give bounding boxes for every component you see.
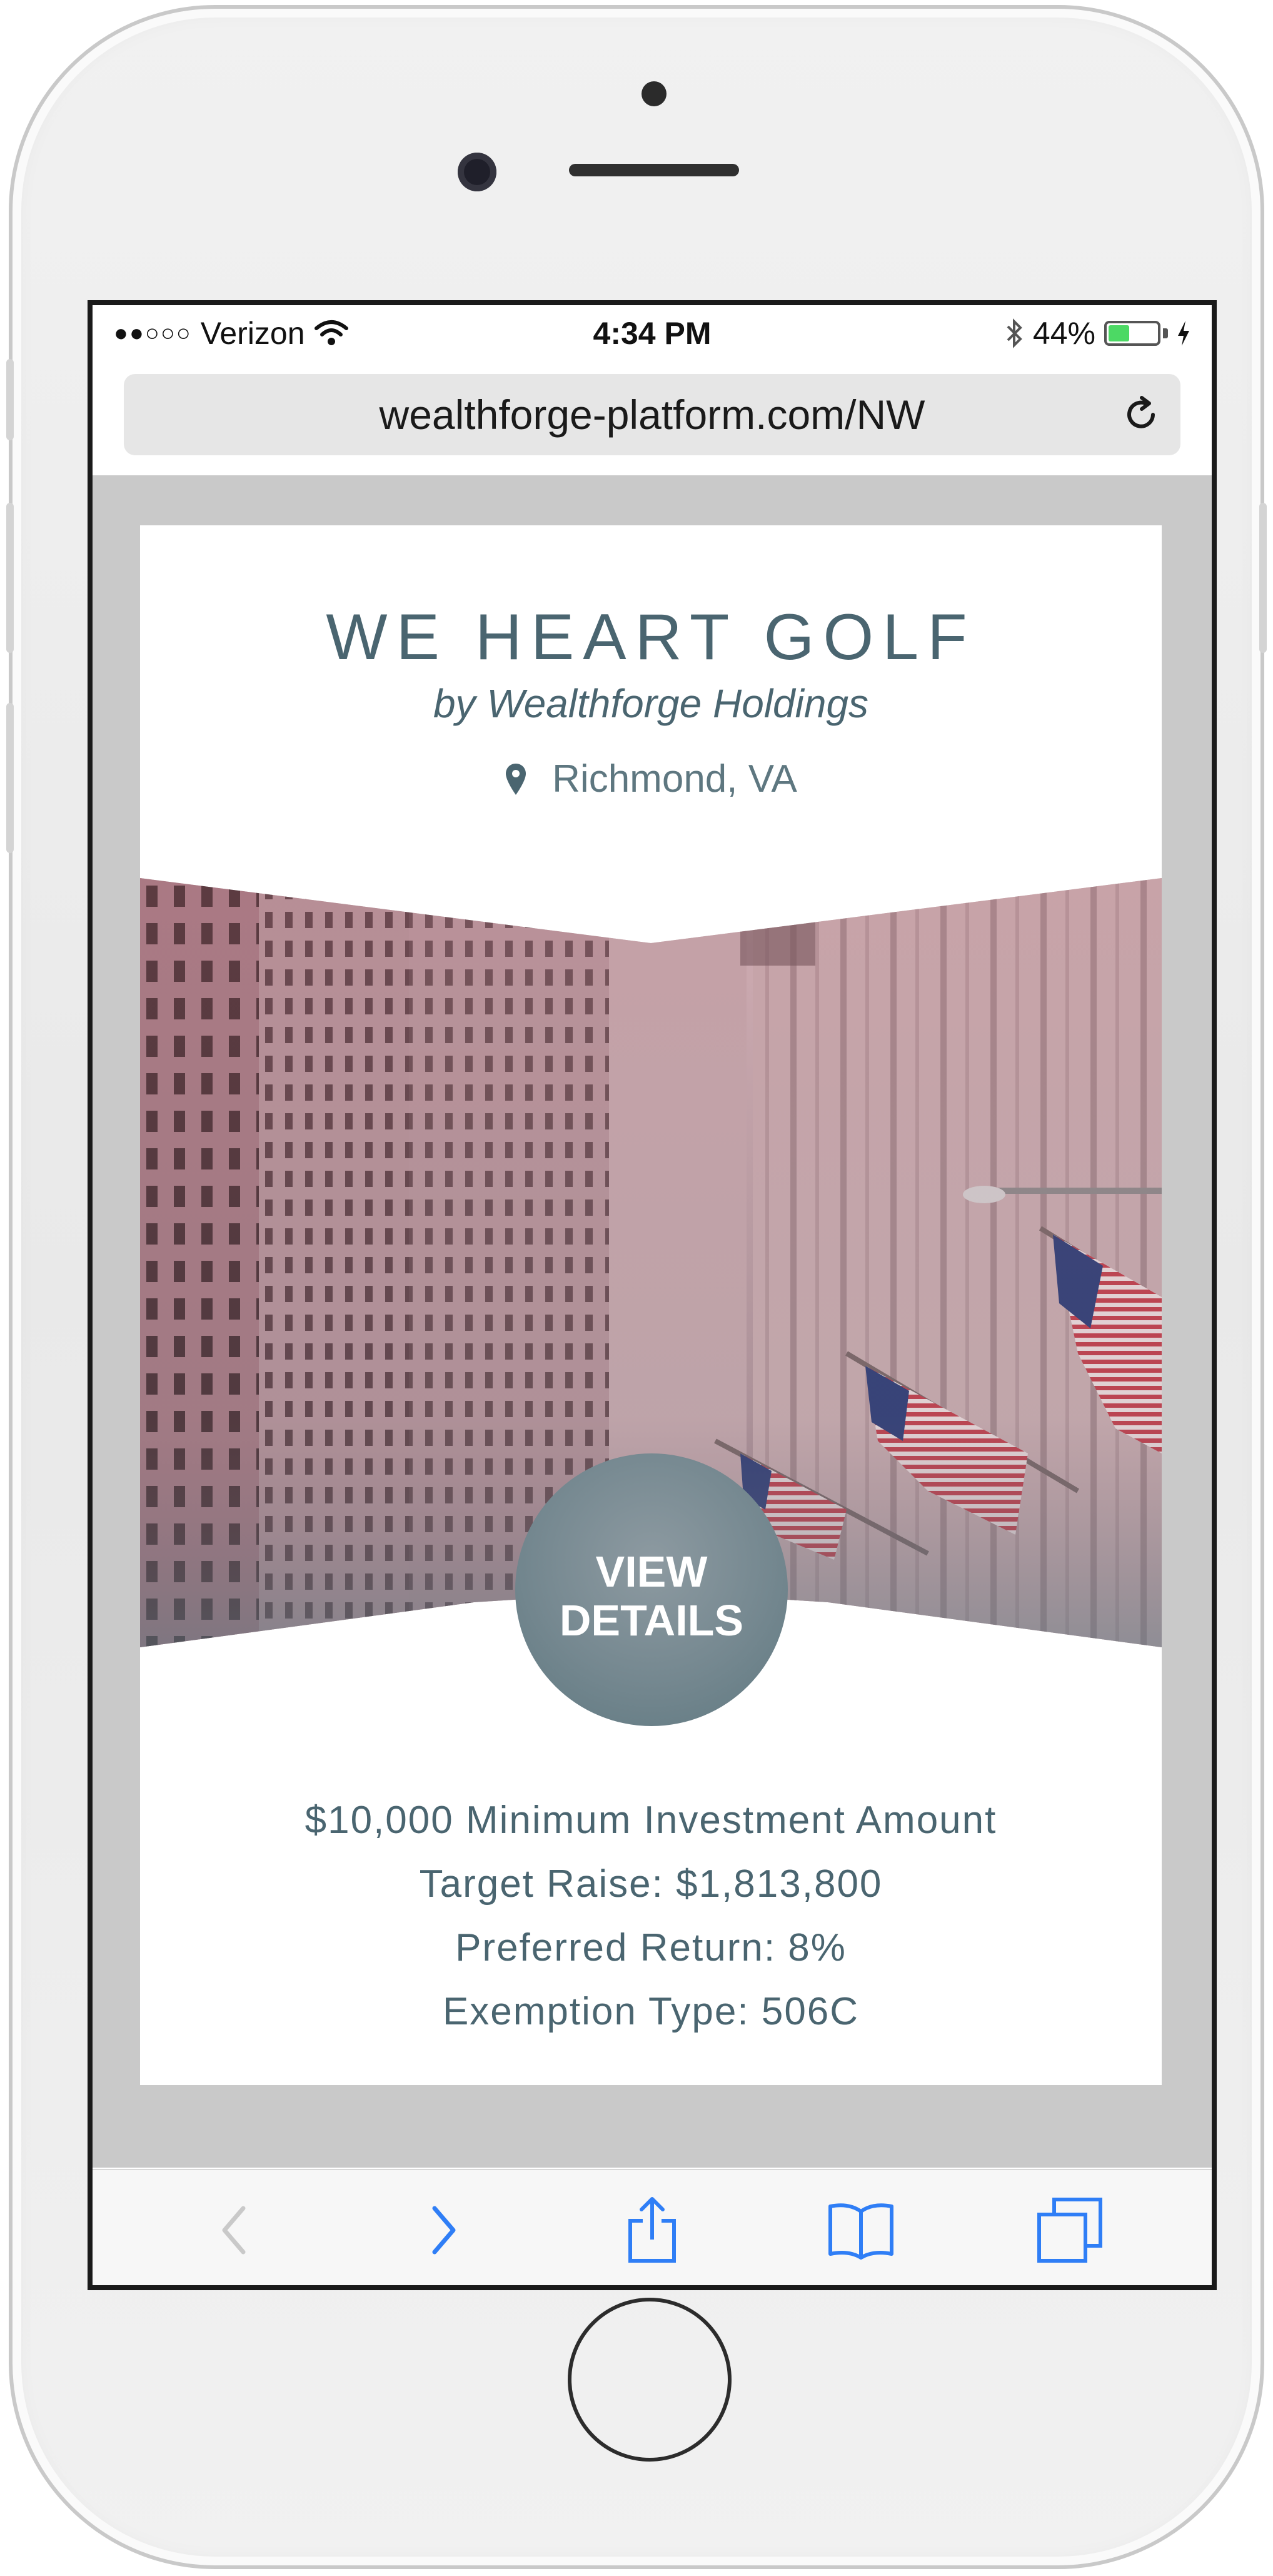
battery-percent: 44% (1032, 316, 1095, 351)
charging-icon (1178, 321, 1189, 346)
offering-title: WE HEART GOLF (326, 601, 976, 674)
offering-card: WE HEART GOLF by Wealthforge Holdings Ri… (140, 525, 1162, 2085)
power-button (1259, 503, 1267, 653)
minimum-investment: $10,000 Minimum Investment Amount (304, 1799, 997, 1842)
address-bar[interactable]: wealthforge-platform.com/NW (124, 374, 1180, 455)
view-details-line1: VIEW (595, 1547, 708, 1596)
carrier-name: Verizon (200, 316, 305, 351)
proximity-sensor (642, 81, 667, 106)
status-bar: ●●○○○ Verizon 4:34 PM 44% (93, 305, 1212, 361)
phone-frame: ●●○○○ Verizon 4:34 PM 44% wealthforge-pl… (6, 5, 1267, 2569)
web-page: WE HEART GOLF by Wealthforge Holdings Ri… (93, 475, 1212, 2168)
reload-icon[interactable] (1120, 394, 1162, 435)
tabs-icon (1037, 2198, 1102, 2263)
preferred-return: Preferred Return: 8% (455, 1926, 847, 1969)
bookmarks-button[interactable] (827, 2196, 895, 2265)
tabs-button[interactable] (1035, 2196, 1104, 2265)
location-pin-icon (506, 763, 526, 795)
target-raise: Target Raise: $1,813,800 (419, 1862, 883, 1906)
wifi-icon (314, 320, 348, 345)
battery-icon (1104, 321, 1160, 346)
back-button[interactable] (200, 2196, 269, 2265)
browser-toolbar (93, 2169, 1212, 2285)
view-details-button[interactable]: VIEW DETAILS (515, 1453, 788, 1726)
offering-sponsor: by Wealthforge Holdings (433, 681, 869, 726)
share-button[interactable] (618, 2196, 687, 2265)
offering-details: $10,000 Minimum Investment Amount Target… (140, 1789, 1162, 2044)
offering-location: Richmond, VA (140, 757, 1162, 801)
earpiece-speaker (569, 164, 739, 176)
signal-strength: ●●○○○ (114, 320, 192, 346)
book-icon (828, 2203, 893, 2260)
volume-up-button (6, 503, 14, 653)
location-text: Richmond, VA (552, 757, 797, 801)
url-text: wealthforge-platform.com/NW (379, 391, 925, 438)
phone-screen: ●●○○○ Verizon 4:34 PM 44% wealthforge-pl… (88, 300, 1217, 2290)
exemption-type: Exemption Type: 506C (442, 1990, 860, 2033)
view-details-line2: DETAILS (559, 1596, 744, 1645)
front-camera (458, 153, 496, 191)
battery-tip (1163, 328, 1168, 338)
volume-down-button (6, 703, 14, 853)
chevron-right-icon (432, 2206, 456, 2255)
home-button[interactable] (568, 2298, 732, 2462)
status-time: 4:34 PM (593, 316, 712, 351)
battery-level (1109, 325, 1129, 341)
share-icon (628, 2197, 676, 2263)
forward-button[interactable] (409, 2196, 478, 2265)
chevron-left-icon (222, 2206, 246, 2255)
mute-switch (6, 359, 14, 440)
bluetooth-icon (1007, 318, 1022, 348)
